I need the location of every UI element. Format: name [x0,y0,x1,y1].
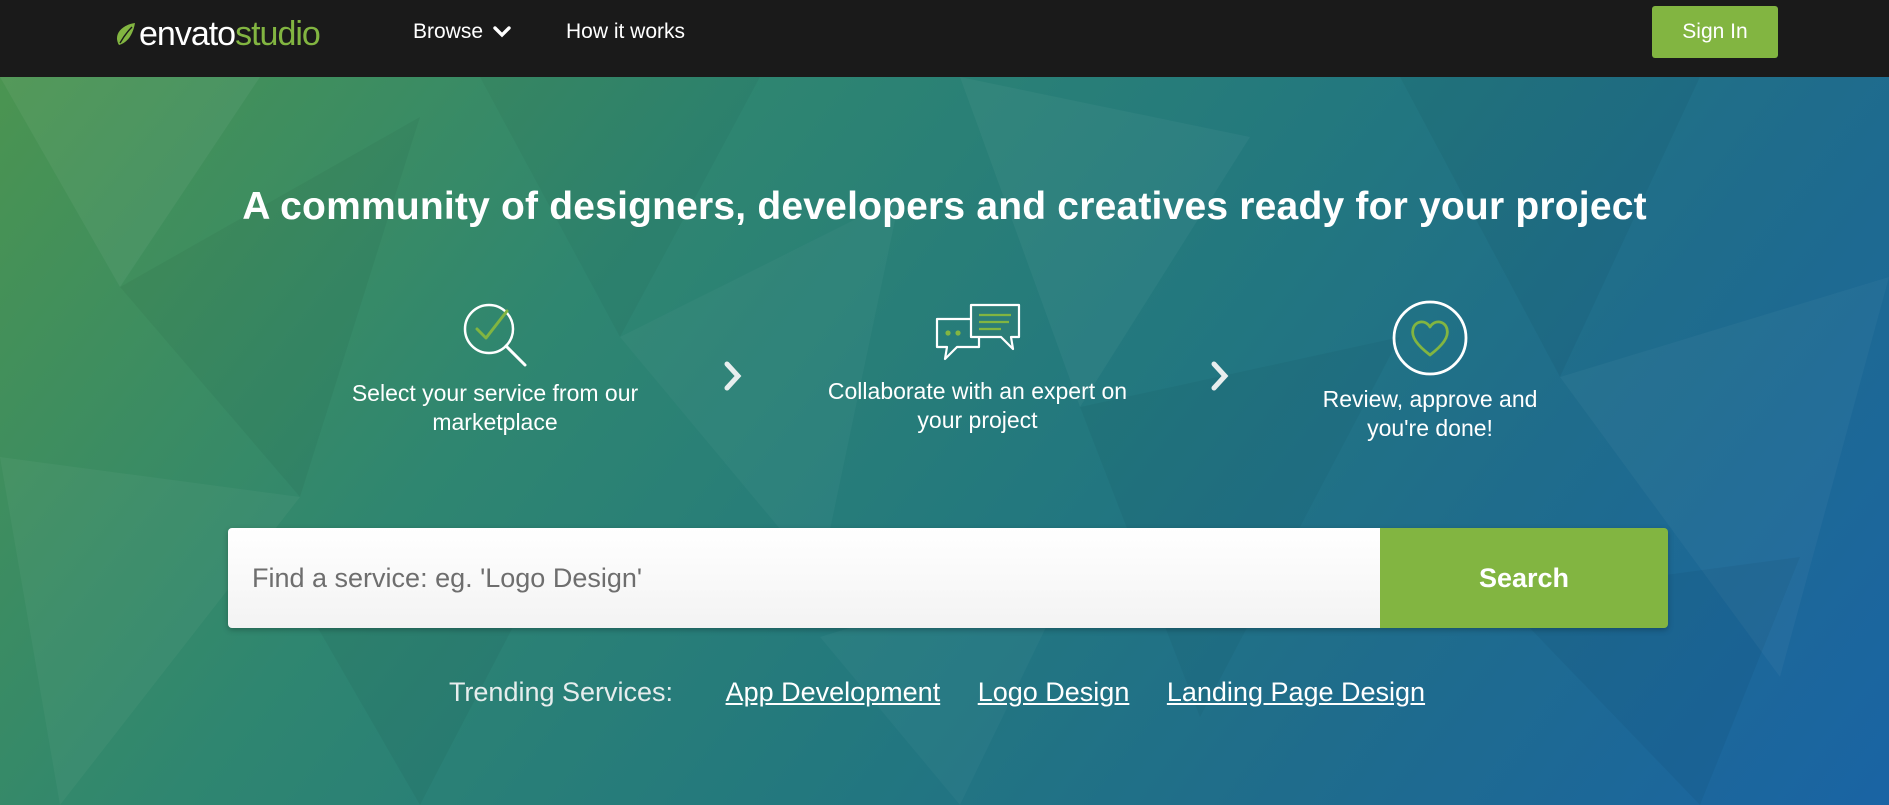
service-search-bar: Search [228,528,1668,628]
trending-link-app-development[interactable]: App Development [726,677,941,707]
step-text-line1: Collaborate with an expert on [827,378,1128,404]
trending-link-logo-design[interactable]: Logo Design [978,677,1130,707]
how-it-works-link[interactable]: How it works [566,20,685,44]
top-navbar: envatostudio Browse How it works Sign In [0,0,1889,77]
leaf-icon [116,23,135,45]
sign-in-button[interactable]: Sign In [1652,6,1778,58]
step-text-line1: Review, approve and [1322,386,1538,412]
step-collaborate: Collaborate with an expert on your proje… [800,303,1155,435]
chevron-right-icon [1211,361,1229,391]
hero-section: A community of designers, developers and… [0,77,1889,805]
chevron-down-icon [493,26,511,38]
envato-studio-logo[interactable]: envatostudio [115,15,321,53]
step-text-line2: marketplace [432,409,558,435]
search-input[interactable] [228,528,1380,628]
step-text-line2: you're done! [1367,415,1493,441]
chat-bubbles-icon [935,303,1020,361]
step-text-line1: Select your service from our [351,380,639,406]
browse-label: Browse [413,20,484,43]
chevron-right-icon [724,361,742,391]
search-button[interactable]: Search [1380,528,1668,628]
heart-circle-icon [1392,300,1468,376]
step-select-service: Select your service from our marketplace [320,299,670,437]
trending-link-landing-page-design[interactable]: Landing Page Design [1167,677,1425,707]
step-review-approve: Review, approve and you're done! [1290,299,1570,443]
step-text-line2: your project [917,407,1038,433]
search-check-icon [463,303,527,367]
logo-text: envatostudio [139,15,321,53]
trending-services: Trending Services: App Development Logo … [0,677,1889,708]
hero-headline: A community of designers, developers and… [242,185,1647,228]
browse-menu[interactable]: Browse [413,20,511,44]
trending-label: Trending Services: [448,677,674,707]
